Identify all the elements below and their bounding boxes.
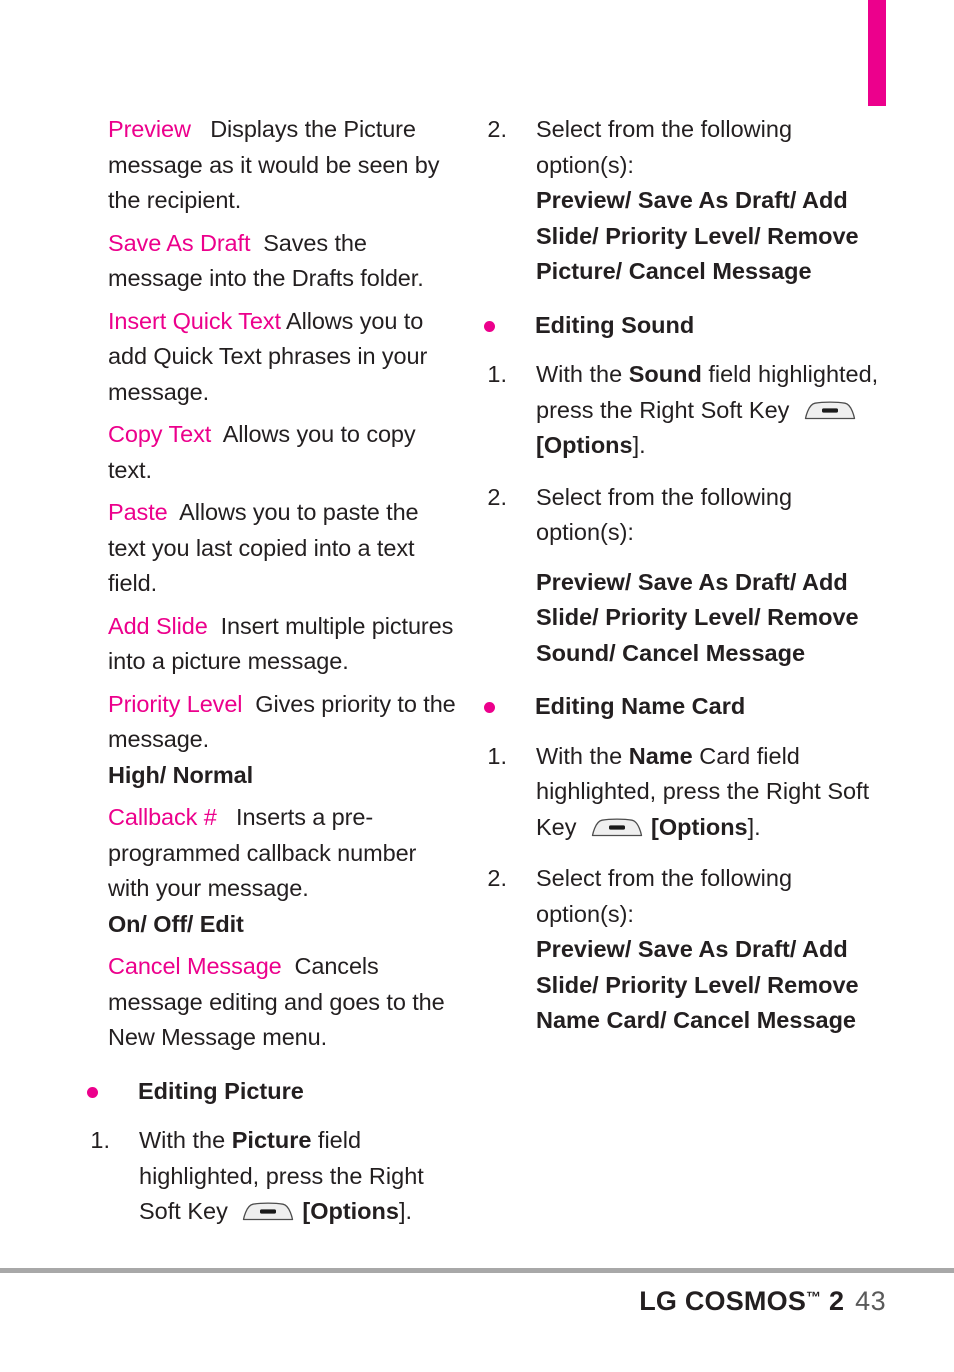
- step-text: Select from the following option(s):: [536, 116, 793, 178]
- glossary-term: Priority Level: [108, 690, 243, 717]
- section-heading-label: Editing Name Card: [535, 693, 746, 719]
- step-text-before: With the: [139, 1127, 232, 1153]
- soft-key-icon: [590, 818, 644, 837]
- glossary-entry: Cancel Message Cancels message editing a…: [108, 949, 456, 1056]
- glossary-entry: Save As Draft Saves the message into the…: [108, 226, 456, 297]
- glossary-entry: Preview Displays the Picture message as …: [108, 112, 456, 219]
- footer-brand-model: 2: [828, 1286, 845, 1316]
- glossary-entry: Priority Level Gives priority to the mes…: [108, 687, 456, 794]
- soft-key-label: Options: [658, 813, 748, 840]
- step-text-before: With the: [536, 742, 629, 769]
- left-column: Preview Displays the Picture message as …: [87, 112, 456, 1246]
- glossary-term: Add Slide: [108, 612, 208, 639]
- chapter-tab-marker: [868, 0, 886, 106]
- step-number: 1.: [487, 361, 507, 387]
- step-bold-word: Name: [628, 742, 693, 769]
- bullet-dot-icon: [87, 1086, 98, 1098]
- step-bold-word: Picture: [231, 1127, 312, 1153]
- section-heading-editing-sound: Editing Sound: [484, 308, 885, 344]
- bullet-dot-icon: [484, 702, 495, 713]
- step-bracket-close: ].: [398, 1198, 413, 1224]
- step-text-before: With the: [536, 361, 629, 387]
- section-heading-editing-name-card: Editing Name Card: [484, 689, 885, 725]
- step-number: 1.: [487, 742, 507, 769]
- glossary-term: Paste: [108, 499, 168, 525]
- glossary-term: Preview: [108, 116, 191, 142]
- step-item: 1. With the Sound field highlighted, pre…: [487, 357, 885, 464]
- glossary-entry: Paste Allows you to paste the text you l…: [108, 495, 456, 602]
- step-bracket-close: ].: [747, 813, 761, 840]
- bullet-dot-icon: [484, 320, 495, 332]
- section-heading-editing-picture: Editing Picture: [87, 1074, 456, 1110]
- glossary-entry: Copy Text Allows you to copy text.: [108, 417, 456, 488]
- glossary-options: On/ Off/ Edit: [108, 910, 244, 937]
- page-footer: LG COSMOS™ 2 43: [639, 1286, 886, 1317]
- soft-key-label: Options: [310, 1198, 399, 1224]
- step-bracket-close: ].: [632, 432, 646, 458]
- footer-divider: [0, 1268, 954, 1273]
- section-heading-label: Editing Sound: [535, 311, 695, 338]
- step-bracket-open: [: [536, 432, 544, 458]
- soft-key-icon: [803, 401, 857, 420]
- right-column: 2. Select from the following option(s): …: [484, 112, 885, 1055]
- step-options-list: Preview/ Save As Draft/ Add Slide/ Prior…: [536, 187, 859, 284]
- section-heading-label: Editing Picture: [138, 1077, 304, 1104]
- page-number: 43: [855, 1286, 886, 1316]
- step-item: 2. Select from the following option(s): …: [487, 480, 885, 672]
- step-text: Select from the following option(s):: [536, 865, 793, 927]
- step-options-list: Preview/ Save As Draft/ Add Slide/ Prior…: [536, 936, 859, 1033]
- glossary-entry: Callback # Inserts a pre-programmed call…: [108, 800, 456, 942]
- trademark-icon: ™: [806, 1289, 822, 1306]
- glossary-term: Copy Text: [108, 421, 212, 447]
- soft-key-icon: [241, 1202, 295, 1221]
- step-number: 1.: [90, 1127, 110, 1153]
- step-number: 2.: [487, 865, 507, 891]
- glossary-entry: Insert Quick Text Allows you to add Quic…: [108, 304, 456, 411]
- glossary-term: Callback #: [108, 804, 217, 830]
- step-item: 1. With the Name Card field highlighted,…: [487, 739, 885, 846]
- glossary-entry: Add Slide Insert multiple pictures into …: [108, 609, 456, 680]
- step-bracket-open: [: [651, 813, 659, 840]
- soft-key-label: Options: [543, 432, 633, 458]
- step-number: 2.: [487, 483, 507, 510]
- glossary-options: High/ Normal: [108, 761, 254, 788]
- step-item: 2. Select from the following option(s): …: [487, 861, 885, 1039]
- step-bold-word: Sound: [628, 361, 702, 387]
- step-text: Select from the following option(s):: [536, 483, 793, 546]
- step-options-list: Preview/ Save As Draft/ Add Slide/ Prior…: [536, 568, 859, 666]
- footer-brand: LG COSMOS™ 2: [639, 1286, 844, 1317]
- step-item: 1. With the Picture field highlighted, p…: [90, 1123, 456, 1230]
- footer-brand-name: LG COSMOS: [639, 1286, 807, 1316]
- step-number: 2.: [487, 116, 507, 142]
- step-item: 2. Select from the following option(s): …: [487, 112, 885, 290]
- glossary-term: Save As Draft: [108, 229, 251, 256]
- glossary-term: Cancel Message: [108, 953, 282, 979]
- step-bracket-open: [: [302, 1198, 311, 1224]
- glossary-term: Insert Quick Text: [108, 307, 281, 334]
